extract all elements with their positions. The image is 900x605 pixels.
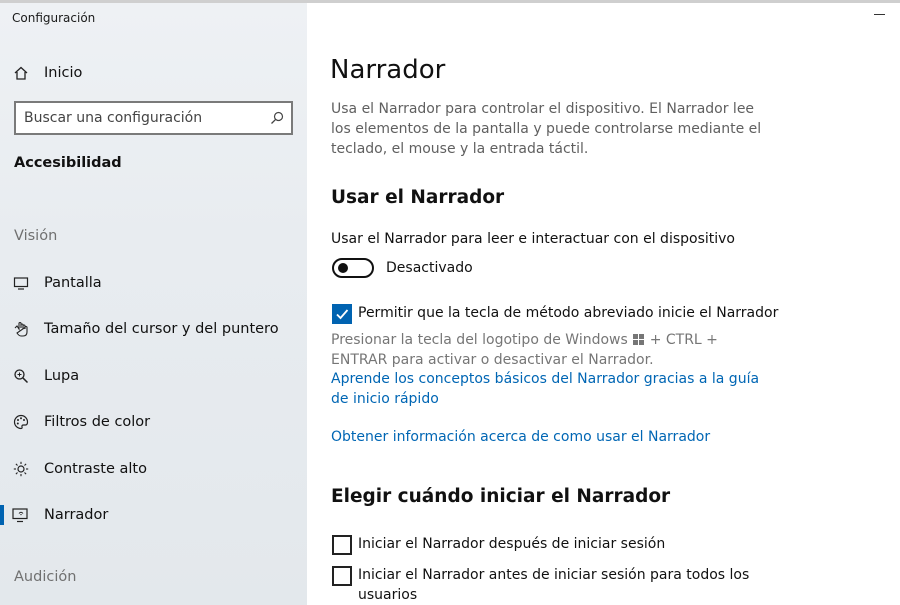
sidebar-item-filtros[interactable]: Filtros de color bbox=[0, 404, 307, 440]
narrator-toggle[interactable] bbox=[332, 258, 374, 278]
sidebar-item-contraste[interactable]: Contraste alto bbox=[0, 451, 307, 487]
sidebar-item-narrador[interactable]: Narrador bbox=[0, 497, 307, 533]
search-box[interactable] bbox=[14, 101, 293, 135]
palette-icon bbox=[12, 413, 30, 431]
page-description: Usa el Narrador para controlar el dispos… bbox=[331, 101, 762, 157]
sidebar-item-label: Lupa bbox=[44, 368, 80, 384]
sidebar-item-home[interactable]: Inicio bbox=[0, 55, 307, 91]
start-after-signin-label[interactable]: Iniciar el Narrador después de iniciar s… bbox=[358, 534, 665, 554]
narrator-icon bbox=[12, 506, 30, 524]
page-title: Narrador bbox=[330, 55, 446, 85]
search-icon[interactable] bbox=[269, 110, 285, 126]
sidebar-item-label: Pantalla bbox=[44, 275, 102, 291]
sun-icon bbox=[12, 460, 30, 478]
shortcut-checkbox[interactable] bbox=[332, 304, 352, 324]
sidebar-item-lupa[interactable]: Lupa bbox=[0, 358, 307, 394]
section-heading-use: Usar el Narrador bbox=[331, 187, 505, 208]
monitor-icon bbox=[12, 274, 30, 292]
sidebar-group-vision: Visión bbox=[14, 228, 58, 244]
toggle-label: Usar el Narrador para leer e interactuar… bbox=[331, 231, 735, 247]
shortcut-checkbox-label[interactable]: Permitir que la tecla de método abreviad… bbox=[358, 303, 778, 323]
sidebar-item-cursor[interactable]: Tamaño del cursor y del puntero bbox=[0, 311, 307, 347]
home-icon bbox=[12, 64, 30, 82]
sidebar-item-label: Contraste alto bbox=[44, 461, 147, 477]
sidebar: Configuración Inicio Accesibilidad Visió… bbox=[0, 3, 307, 605]
quickstart-link[interactable]: Aprende los conceptos básicos del Narrad… bbox=[331, 369, 761, 409]
sidebar-item-label: Narrador bbox=[44, 507, 109, 523]
toggle-knob bbox=[338, 263, 348, 273]
minimize-button[interactable] bbox=[874, 8, 886, 20]
sidebar-item-label: Filtros de color bbox=[44, 414, 151, 430]
sidebar-item-label: Tamaño del cursor y del puntero bbox=[44, 321, 279, 337]
sidebar-item-label: Inicio bbox=[44, 65, 83, 81]
app-title: Configuración bbox=[12, 11, 96, 25]
search-input[interactable] bbox=[24, 107, 264, 129]
sidebar-group-audio: Audición bbox=[14, 569, 77, 585]
cursor-icon bbox=[12, 320, 30, 338]
active-indicator bbox=[0, 505, 4, 525]
narrator-info-link[interactable]: Obtener información acerca de como usar … bbox=[331, 427, 710, 447]
magnifier-icon bbox=[12, 367, 30, 385]
start-after-signin-checkbox[interactable] bbox=[332, 535, 352, 555]
shortcut-hint: Presionar la tecla del logotipo de Windo… bbox=[331, 330, 771, 370]
start-before-signin-checkbox[interactable] bbox=[332, 566, 352, 586]
windows-logo-icon bbox=[633, 334, 645, 345]
hint-text-1: Presionar la tecla del logotipo de Windo… bbox=[331, 332, 628, 348]
start-before-signin-label[interactable]: Iniciar el Narrador antes de iniciar ses… bbox=[358, 565, 758, 605]
sidebar-section-title: Accesibilidad bbox=[14, 155, 122, 171]
section-heading-start: Elegir cuándo iniciar el Narrador bbox=[331, 486, 671, 507]
checkmark-icon bbox=[336, 309, 349, 320]
toggle-state-label: Desactivado bbox=[386, 260, 473, 276]
sidebar-item-pantalla[interactable]: Pantalla bbox=[0, 265, 307, 301]
